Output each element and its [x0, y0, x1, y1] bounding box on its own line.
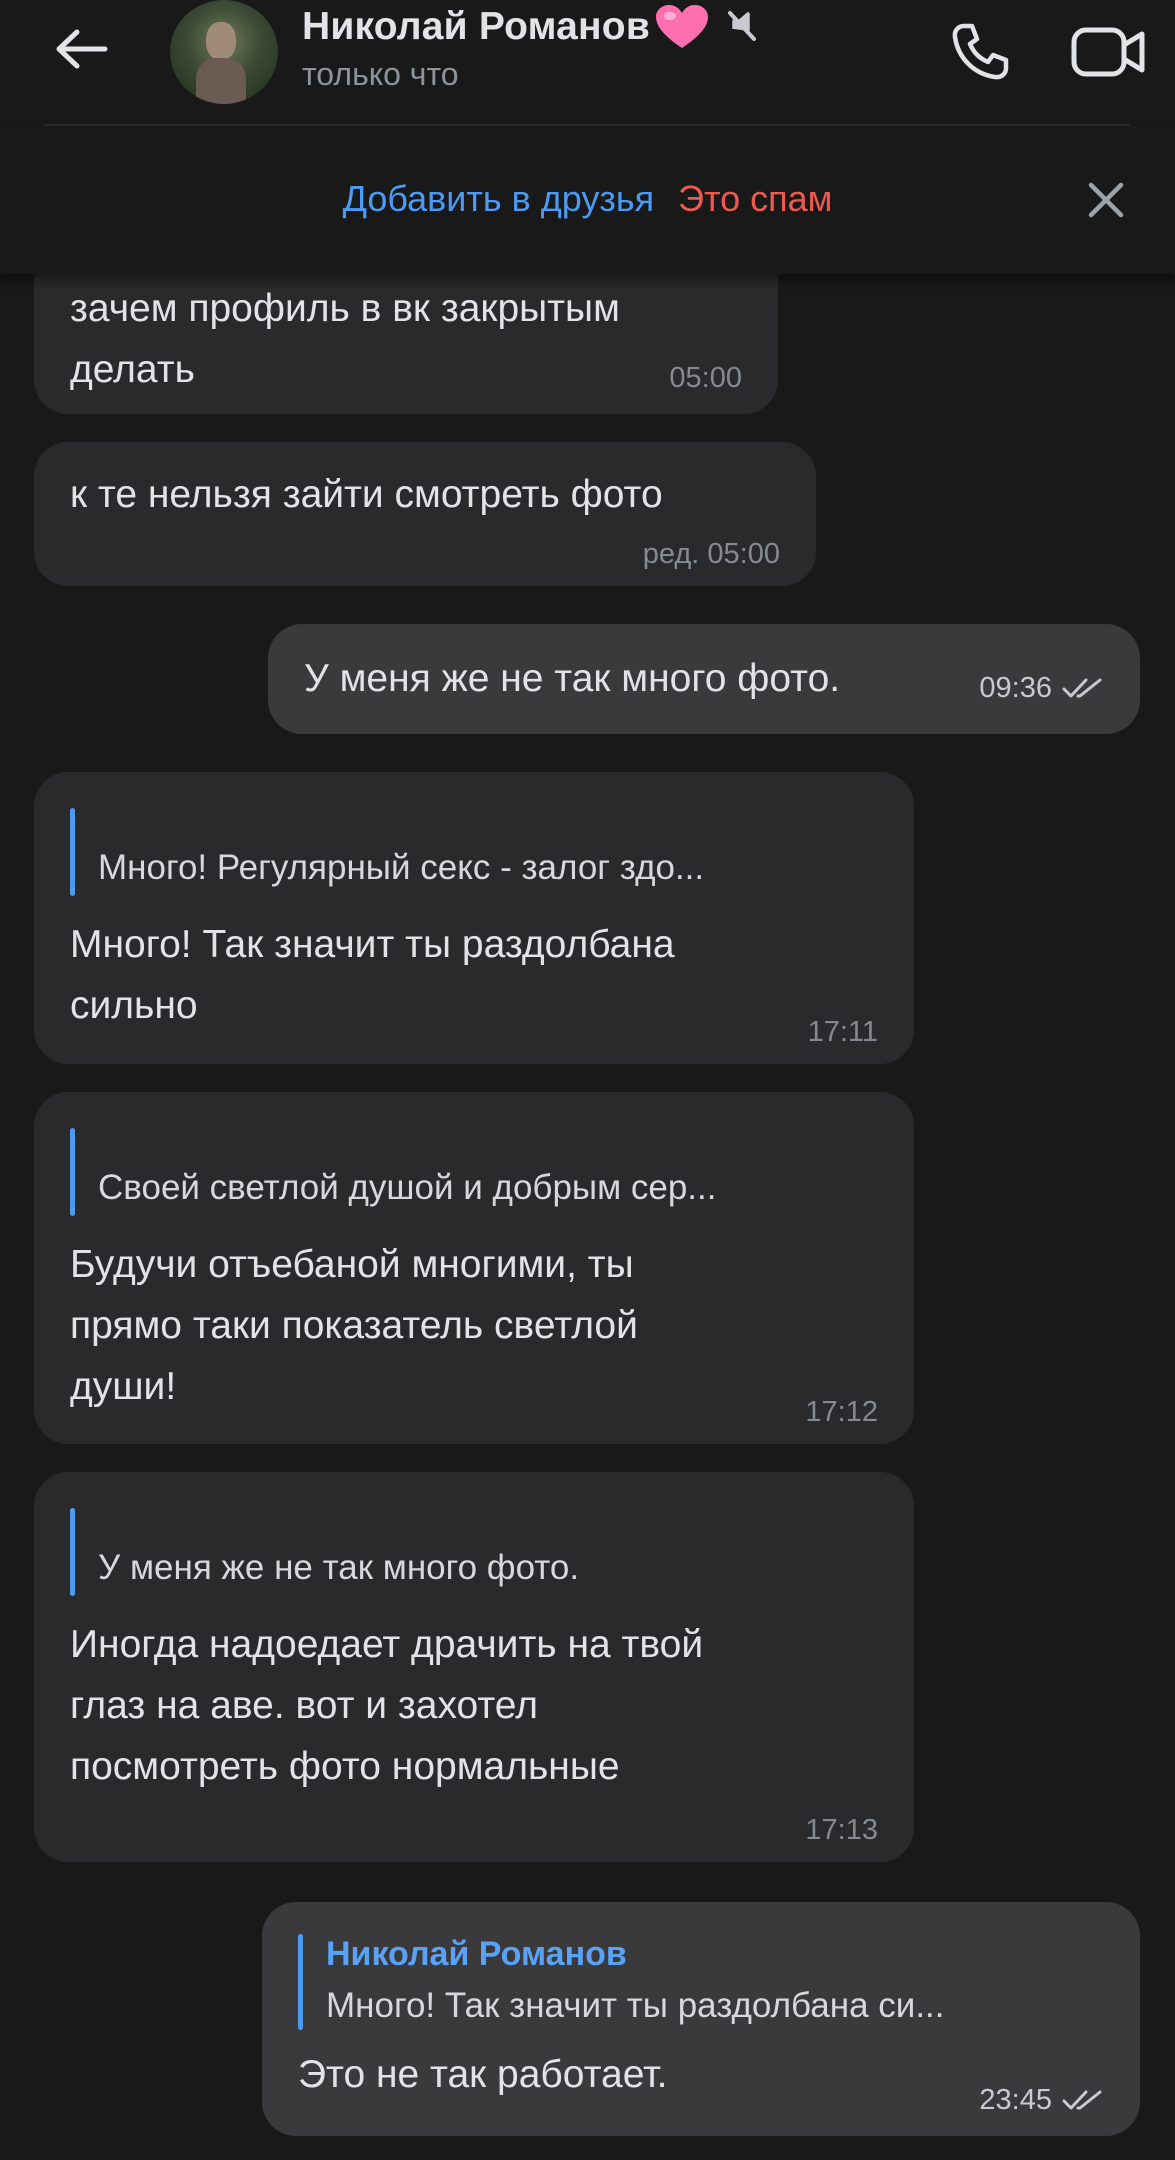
message-bubble[interactable]: Много! Регулярный секс - залог здо... Мн…	[34, 772, 914, 1064]
message-time: 17:13	[805, 1814, 878, 1846]
contact-avatar[interactable]	[170, 0, 278, 104]
add-friend-link[interactable]: Добавить в друзья	[343, 178, 655, 219]
heart-emoji-icon	[654, 4, 710, 50]
reply-quote[interactable]: У меня же не так много фото.	[70, 1504, 914, 1600]
message-text: Будучи отъебаной многими, ты прямо таки …	[70, 1243, 638, 1408]
reply-quote[interactable]: Своей светлой душой и добрым сер...	[70, 1124, 914, 1220]
video-camera-icon	[1071, 27, 1145, 77]
arrow-left-icon	[56, 29, 108, 69]
call-button[interactable]	[940, 12, 1020, 92]
chat-header: Николай Романов только что	[0, 0, 1175, 126]
muted-bell-icon	[724, 9, 760, 45]
close-bar-button[interactable]	[1082, 176, 1130, 224]
contact-name: Николай Романов	[302, 5, 651, 48]
message-time: ред. 05:00	[642, 538, 780, 570]
message-time: 17:12	[805, 1396, 878, 1428]
video-call-button[interactable]	[1064, 12, 1154, 92]
message-time: 05:00	[669, 362, 742, 394]
quote-author: Николай Романов	[326, 1935, 627, 1973]
double-check-icon	[1062, 2090, 1102, 2110]
close-icon	[1088, 182, 1124, 218]
contact-info[interactable]: Николай Романов только что	[302, 2, 760, 102]
contact-status: только что	[302, 56, 459, 92]
message-bubble[interactable]: Своей светлой душой и добрым сер... Буду…	[34, 1092, 914, 1444]
quote-text: Много! Регулярный секс - залог здо...	[98, 848, 705, 887]
message-time: 17:11	[807, 1016, 878, 1048]
message-time: 23:45	[979, 2084, 1052, 2116]
message-time-row: 23:45	[979, 2084, 1104, 2116]
message-bubble[interactable]: У меня же не так много фото. 09:36	[268, 624, 1140, 734]
reply-quote[interactable]: Николай Романов Много! Так значит ты раз…	[298, 1930, 1140, 2034]
message-time-row: 09:36	[979, 672, 1104, 704]
message-time: 09:36	[979, 672, 1052, 704]
phone-icon	[952, 23, 1009, 80]
quote-accent-bar	[298, 1934, 303, 2030]
message-text: к те нельзя зайти смотреть фото	[70, 473, 663, 516]
double-check-icon	[1062, 678, 1102, 698]
friend-request-bar: Добавить в друзья Это спам	[0, 126, 1175, 274]
message-bubble[interactable]: У меня же не так много фото. Иногда надо…	[34, 1472, 914, 1862]
reply-quote[interactable]: Много! Регулярный секс - залог здо...	[70, 804, 914, 900]
message-text: Иногда надоедает драчить на твой глаз на…	[70, 1623, 704, 1788]
back-button[interactable]	[46, 14, 116, 84]
message-text: Много! Так значит ты раздолбана сильно	[70, 923, 675, 1027]
quote-accent-bar	[70, 808, 75, 896]
quote-accent-bar	[70, 1128, 75, 1216]
report-spam-link[interactable]: Это спам	[678, 178, 832, 219]
message-bubble[interactable]: Николай Романов Много! Так значит ты раз…	[262, 1902, 1140, 2136]
quote-accent-bar	[70, 1508, 75, 1596]
quote-text: Своей светлой душой и добрым сер...	[98, 1168, 717, 1207]
quote-text: Много! Так значит ты раздолбана си...	[326, 1986, 945, 2025]
message-bubble[interactable]: к те нельзя зайти смотреть фото ред. 05:…	[34, 442, 816, 586]
quote-text: У меня же не так много фото.	[98, 1548, 580, 1587]
